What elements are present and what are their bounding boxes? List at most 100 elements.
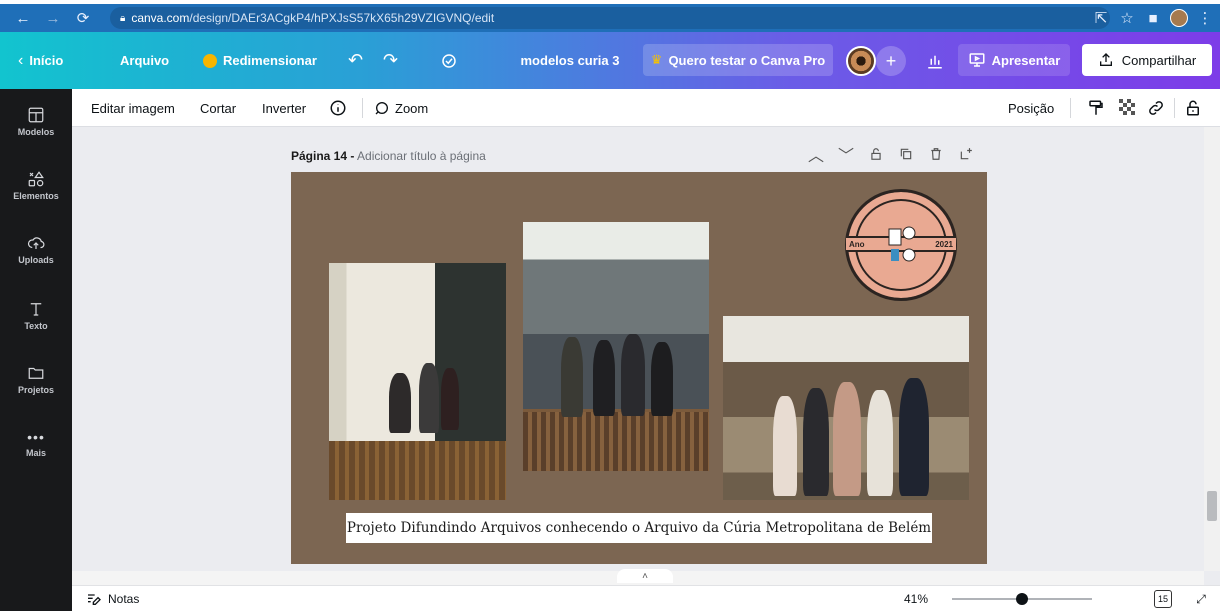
resize-button[interactable]: Redimensionar	[203, 32, 317, 89]
edit-image-button[interactable]: Editar imagem	[91, 89, 175, 127]
undo-button[interactable]: ↶	[348, 32, 363, 89]
info-icon	[330, 100, 346, 116]
chevron-down-icon[interactable]: ﹀	[837, 145, 855, 165]
invite-plus-button[interactable]: +	[876, 46, 906, 76]
file-menu-button[interactable]: Arquivo	[120, 32, 169, 89]
sidebar-item-uploads[interactable]: Uploads	[0, 219, 72, 279]
share-upload-icon	[1099, 53, 1112, 66]
collapse-pages-tab[interactable]: ˄	[617, 569, 673, 583]
lock-page-icon[interactable]	[867, 145, 885, 163]
page-caption[interactable]: Projeto Difundindo Arquivos conhecendo o…	[346, 513, 932, 543]
present-button[interactable]: Apresentar	[958, 44, 1070, 76]
duplicate-page-icon[interactable]	[897, 145, 915, 163]
zoom-percentage[interactable]: 41%	[904, 586, 928, 611]
share-page-icon[interactable]: ⇱	[1090, 7, 1112, 29]
sidebar-item-text[interactable]: Texto	[0, 285, 72, 345]
insights-button[interactable]	[920, 46, 950, 76]
address-bar[interactable]: 🔒︎ canva.com/design/DAEr3ACgkP4/hPXJsS57…	[110, 7, 1110, 29]
sidebar-item-elements[interactable]: Elementos	[0, 155, 72, 215]
chevron-up-icon: ˄	[642, 570, 648, 582]
back-arrow-icon[interactable]: ←	[12, 7, 34, 29]
add-page-icon[interactable]	[957, 145, 975, 163]
plus-icon: +	[885, 50, 897, 71]
page-tools: ︿ ﹀	[807, 145, 975, 165]
page-count-button[interactable]: 15	[1154, 590, 1172, 608]
vertical-scrollbar[interactable]	[1204, 127, 1220, 571]
transparency-checker-icon	[1119, 99, 1135, 115]
share-button[interactable]: Compartilhar	[1082, 44, 1212, 76]
transparency-button[interactable]	[1117, 97, 1139, 119]
link-button[interactable]	[1145, 97, 1167, 119]
difundindo-arquivos-logo[interactable]: Ano 2021	[845, 189, 957, 301]
sidebar-item-templates[interactable]: Modelos	[0, 91, 72, 151]
vertical-scroll-thumb[interactable]	[1207, 491, 1217, 521]
page-caption-text: Projeto Difundindo Arquivos conhecendo o…	[346, 520, 932, 536]
forward-arrow-icon[interactable]: →	[42, 7, 64, 29]
sidebar-item-label: Modelos	[17, 126, 55, 137]
logo-emblem-icon	[886, 218, 918, 272]
sidebar-item-label: Projetos	[17, 384, 54, 395]
profile-avatar-icon[interactable]	[1168, 7, 1190, 29]
paint-format-button[interactable]	[1085, 97, 1107, 119]
document-title-text: modelos curia 3	[520, 53, 620, 68]
horizontal-scrollbar[interactable]: ˄	[72, 569, 1204, 585]
photo-group-archive[interactable]	[723, 316, 969, 500]
redo-icon: ↷	[383, 50, 399, 70]
redo-button[interactable]: ↷	[383, 32, 398, 89]
photo-archive-room-1[interactable]	[329, 263, 506, 500]
zoom-lens-icon	[375, 102, 388, 115]
page-count-text: 15	[1157, 594, 1168, 604]
cloud-check-icon	[442, 53, 456, 68]
link-icon	[1149, 101, 1163, 115]
edit-image-label: Editar imagem	[91, 100, 175, 116]
home-button[interactable]: ‹ Início	[18, 32, 63, 89]
crop-button[interactable]: Cortar	[200, 89, 236, 127]
canvas-area[interactable]: Página 14 - Adicionar título à página ︿ …	[72, 127, 1204, 571]
position-button[interactable]: Posição	[1008, 89, 1054, 127]
url-path: /design/DAEr3ACgkP4/hPXJsS57kX65h29VZIGV…	[189, 11, 495, 25]
folder-icon	[28, 367, 44, 379]
info-button[interactable]	[327, 97, 349, 119]
delete-page-icon[interactable]	[927, 145, 945, 163]
design-page[interactable]: Ano 2021 Projeto Difundindo Arquivos con…	[291, 172, 987, 564]
add-page-title-link[interactable]: Adicionar título à página	[357, 149, 486, 163]
crop-label: Cortar	[200, 100, 237, 116]
sidebar-item-label: Uploads	[18, 254, 54, 265]
paint-roller-icon	[1089, 100, 1103, 115]
browser-menu-icon[interactable]: ⋮	[1194, 7, 1216, 29]
crown-icon	[203, 53, 217, 68]
chevron-up-icon[interactable]: ︿	[807, 145, 825, 165]
user-avatar[interactable]	[846, 46, 876, 76]
file-label: Arquivo	[120, 53, 170, 68]
window-icon[interactable]: ■	[1142, 7, 1164, 29]
browser-toolbar: ← → ⟳ 🔒︎ canva.com/design/DAEr3ACgkP4/hP…	[0, 4, 1220, 32]
lock-element-button[interactable]	[1182, 97, 1204, 119]
crown-icon: ♛	[650, 52, 663, 67]
bottom-bar: Notas 41% 15 ⤢	[72, 585, 1220, 611]
unlock-icon	[1187, 100, 1199, 116]
notes-pencil-icon	[88, 594, 101, 605]
position-label: Posição	[1008, 100, 1055, 116]
present-screen-icon	[969, 53, 985, 67]
sidebar-item-projects[interactable]: Projetos	[0, 349, 72, 409]
zoom-slider-handle[interactable]	[1016, 593, 1028, 605]
flip-button[interactable]: Inverter	[262, 89, 306, 127]
photo-archive-room-2[interactable]	[523, 222, 709, 471]
reload-icon[interactable]: ⟳	[72, 7, 94, 29]
home-label: Início	[29, 53, 64, 68]
sidebar-item-label: Elementos	[13, 190, 59, 201]
toolbar-divider	[362, 98, 363, 118]
zoom-image-button[interactable]: Zoom	[374, 89, 428, 127]
elements-icon	[28, 170, 44, 186]
cloud-saved-button[interactable]	[440, 32, 458, 89]
bar-chart-icon	[928, 55, 942, 69]
left-sidebar: Modelos Elementos Uploads Texto Projetos…	[0, 89, 72, 611]
document-title[interactable]: modelos curia 3	[505, 32, 635, 89]
sidebar-item-more[interactable]: ••• Mais	[0, 413, 72, 473]
try-pro-button[interactable]: ♛ Quero testar o Canva Pro	[643, 44, 833, 76]
fullscreen-icon[interactable]: ⤢	[1192, 590, 1210, 608]
bookmark-star-icon[interactable]: ☆	[1116, 7, 1138, 29]
toolbar-divider	[1070, 98, 1071, 118]
notes-button[interactable]: Notas	[86, 586, 139, 611]
sidebar-item-label: Mais	[25, 447, 46, 458]
